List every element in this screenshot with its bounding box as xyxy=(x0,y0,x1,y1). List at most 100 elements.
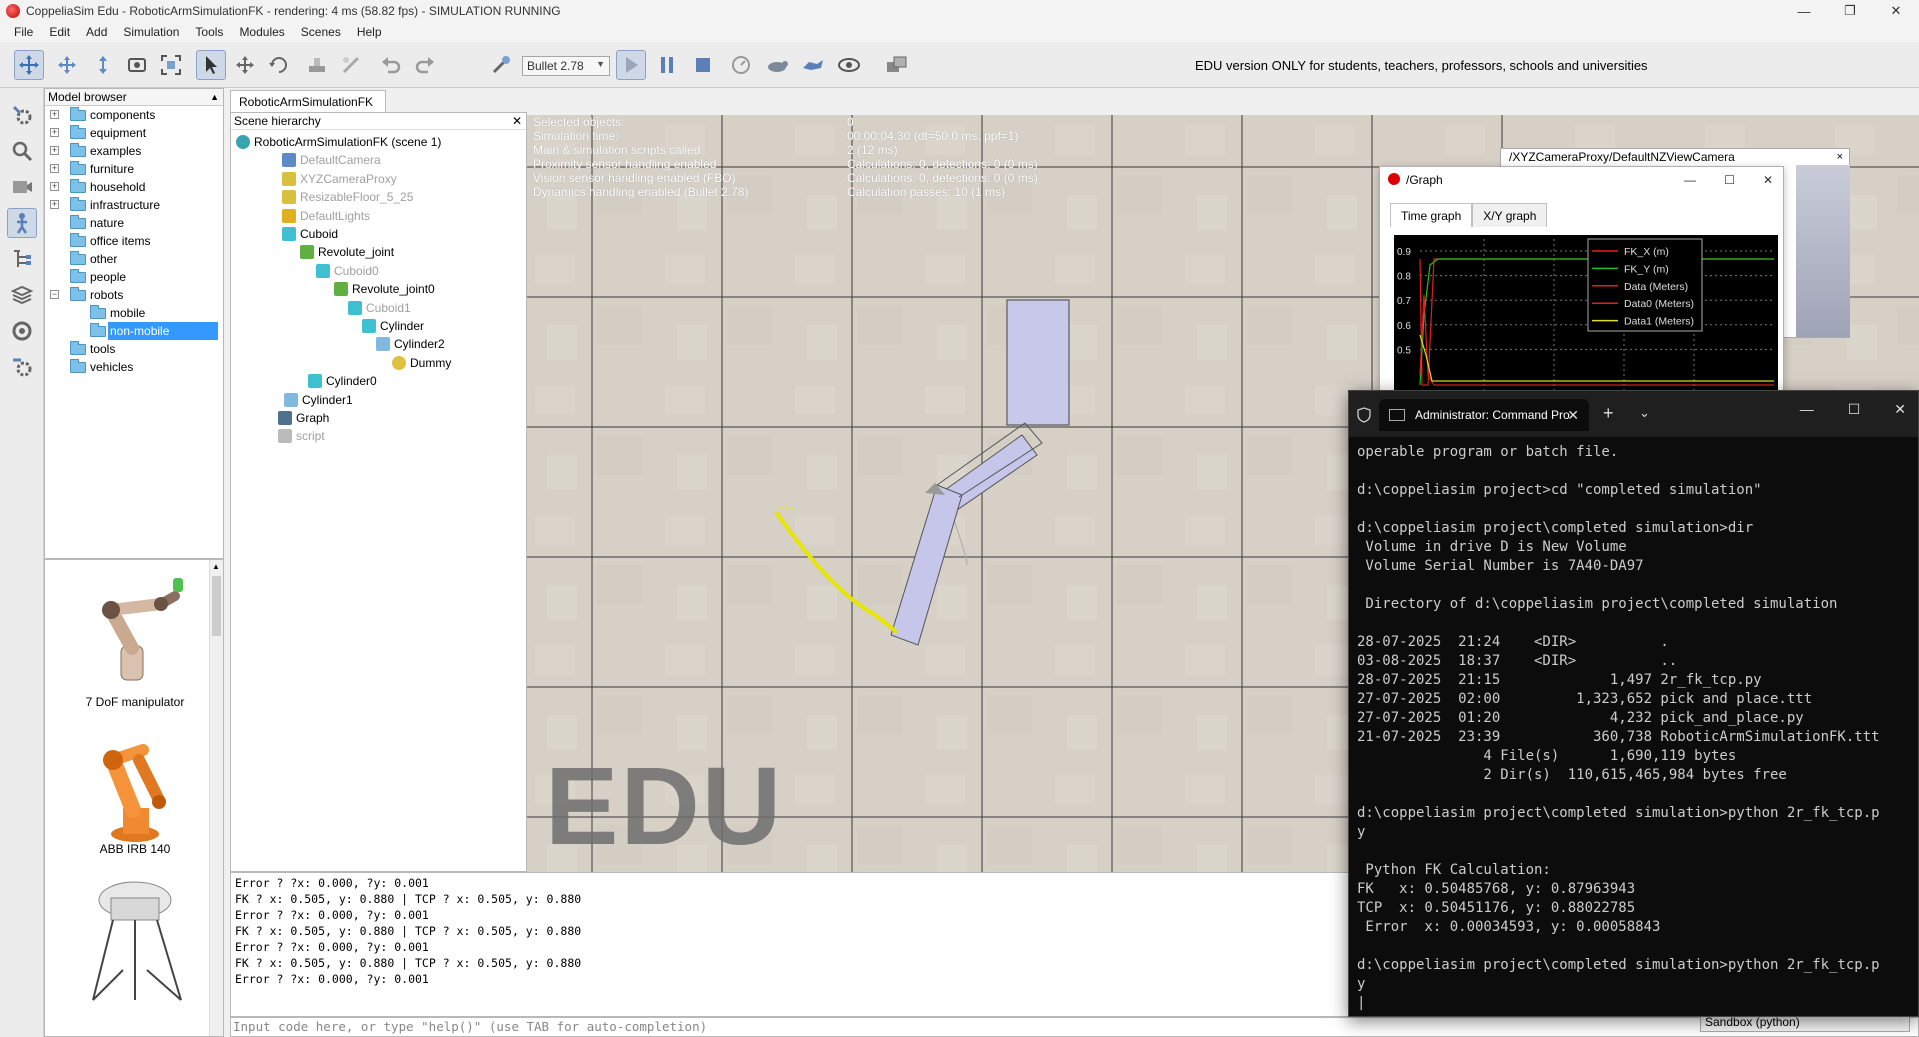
menu-simulation[interactable]: Simulation xyxy=(115,25,187,39)
minimize-button[interactable]: — xyxy=(1781,0,1827,22)
scene-hierarchy-toggle-icon[interactable] xyxy=(7,244,37,274)
transfer-dna-icon[interactable] xyxy=(336,50,366,80)
close-icon[interactable]: ✕ xyxy=(512,113,522,130)
menu-modules[interactable]: Modules xyxy=(231,25,292,39)
assemble-icon[interactable] xyxy=(302,50,332,80)
menu-help[interactable]: Help xyxy=(349,25,390,39)
minimize-icon[interactable]: — xyxy=(1684,167,1696,193)
fit-to-view-icon[interactable] xyxy=(156,50,186,80)
menu-scenes[interactable]: Scenes xyxy=(293,25,349,39)
tab-dropdown-icon[interactable]: ⌄ xyxy=(1639,405,1650,421)
menu-file[interactable]: File xyxy=(6,25,41,39)
hierarchy-item[interactable]: DefaultLights xyxy=(282,207,370,225)
maximize-button[interactable]: ❐ xyxy=(1827,0,1873,22)
hierarchy-item[interactable]: Cylinder2 xyxy=(376,335,445,353)
visualization-toggle-icon[interactable] xyxy=(834,50,864,80)
undo-icon[interactable] xyxy=(376,50,406,80)
expand-icon[interactable]: + xyxy=(50,164,59,173)
tab-xy-graph[interactable]: X/Y graph xyxy=(1472,203,1548,227)
start-simulation-icon[interactable] xyxy=(616,50,646,80)
real-time-icon[interactable] xyxy=(726,50,756,80)
physics-engine-select[interactable]: Bullet 2.78 ▼ xyxy=(522,56,610,76)
hierarchy-item[interactable]: ResizableFloor_5_25 xyxy=(282,188,413,206)
abb-irb-140-thumbnail[interactable] xyxy=(63,730,213,845)
camera-shift-icon[interactable] xyxy=(88,50,118,80)
close-icon[interactable]: × xyxy=(1837,149,1843,165)
hierarchy-item[interactable]: RoboticArmSimulationFK (scene 1) xyxy=(236,133,441,151)
dynamics-engine-icon[interactable] xyxy=(486,50,516,80)
model-folder-examples[interactable]: + examples xyxy=(45,142,223,160)
hierarchy-item[interactable]: Graph xyxy=(278,409,329,427)
scene-search-icon[interactable] xyxy=(7,136,37,166)
calculation-modules-icon[interactable] xyxy=(7,352,37,382)
object-shift-icon[interactable] xyxy=(230,50,260,80)
hierarchy-item[interactable]: Cylinder1 xyxy=(284,391,353,409)
scene-layers-icon[interactable] xyxy=(882,50,912,80)
scene-tab[interactable]: RoboticArmSimulationFK xyxy=(230,90,386,112)
model-folder-office-items[interactable]: office items xyxy=(45,232,223,250)
hierarchy-item[interactable]: Cylinder0 xyxy=(308,372,377,390)
close-icon[interactable]: ✕ xyxy=(1894,401,1906,418)
menu-edit[interactable]: Edit xyxy=(41,25,78,39)
scrollbar-thumb[interactable] xyxy=(212,576,221,636)
hierarchy-item[interactable]: Cuboid0 xyxy=(316,262,379,280)
model-folder-people[interactable]: people xyxy=(45,268,223,286)
expand-icon[interactable]: + xyxy=(50,128,59,137)
model-browser-toggle-icon[interactable] xyxy=(7,208,37,238)
model-folder-infrastructure[interactable]: + infrastructure xyxy=(45,196,223,214)
hierarchy-item[interactable]: DefaultCamera xyxy=(282,151,381,169)
new-tab-button[interactable]: + xyxy=(1603,403,1614,424)
cmd-tab[interactable]: Administrator: Command Pro ✕ xyxy=(1379,399,1589,431)
hierarchy-item[interactable]: Dummy xyxy=(392,354,451,372)
model-folder-furniture[interactable]: + furniture xyxy=(45,160,223,178)
redo-icon[interactable] xyxy=(410,50,440,80)
delta-robot-thumbnail[interactable] xyxy=(63,870,213,1036)
command-prompt-window[interactable]: Administrator: Command Pro ✕ + ⌄ — ☐ ✕ o… xyxy=(1348,390,1919,1017)
object-properties-icon[interactable] xyxy=(7,316,37,346)
slow-down-icon[interactable] xyxy=(762,50,792,80)
hierarchy-item[interactable]: script xyxy=(278,427,325,445)
collapse-arrow-icon[interactable]: ▲ xyxy=(210,89,219,106)
expand-icon[interactable]: + xyxy=(50,182,59,191)
model-folder-non-mobile[interactable]: non-mobile xyxy=(45,322,223,340)
click-select-icon[interactable] xyxy=(196,50,226,80)
speed-up-icon[interactable] xyxy=(798,50,828,80)
maximize-icon[interactable]: ☐ xyxy=(1848,401,1861,418)
layers-icon[interactable] xyxy=(7,280,37,310)
close-button[interactable]: ✕ xyxy=(1873,0,1919,22)
hierarchy-item[interactable]: Cuboid xyxy=(282,225,338,243)
hierarchy-item[interactable]: Revolute_joint0 xyxy=(334,280,435,298)
close-icon[interactable]: ✕ xyxy=(1763,167,1773,193)
model-folder-mobile[interactable]: mobile xyxy=(45,304,223,322)
model-folder-equipment[interactable]: + equipment xyxy=(45,124,223,142)
model-folder-vehicles[interactable]: vehicles xyxy=(45,358,223,376)
expand-icon[interactable]: + xyxy=(50,110,59,119)
stop-simulation-icon[interactable] xyxy=(688,50,718,80)
model-folder-nature[interactable]: nature xyxy=(45,214,223,232)
scroll-up-icon[interactable]: ▲ xyxy=(212,562,220,571)
model-folder-tools[interactable]: tools xyxy=(45,340,223,358)
minimize-icon[interactable]: — xyxy=(1800,401,1814,418)
cmd-output[interactable]: operable program or batch file. d:\coppe… xyxy=(1357,443,1912,1012)
graph-window[interactable]: /Graph — ☐ ✕ Time graph X/Y graph 0.9 0.8… xyxy=(1379,166,1784,393)
hierarchy-item[interactable]: XYZCameraProxy xyxy=(282,170,397,188)
tab-time-graph[interactable]: Time graph xyxy=(1390,203,1473,227)
hierarchy-item[interactable]: Cylinder xyxy=(362,317,424,335)
close-tab-icon[interactable]: ✕ xyxy=(1567,399,1579,431)
7dof-manipulator-thumbnail[interactable] xyxy=(63,568,213,688)
object-rotate-icon[interactable] xyxy=(264,50,294,80)
menu-tools[interactable]: Tools xyxy=(187,25,231,39)
expand-icon[interactable]: + xyxy=(50,146,59,155)
thumbnails-scrollbar[interactable]: ▲ xyxy=(209,560,223,1036)
pause-simulation-icon[interactable] xyxy=(652,50,682,80)
simulation-settings-icon[interactable] xyxy=(7,100,37,130)
camera-rotate-icon[interactable] xyxy=(52,50,82,80)
model-folder-components[interactable]: + components xyxy=(45,106,223,124)
maximize-icon[interactable]: ☐ xyxy=(1724,167,1735,193)
camera-angle-icon[interactable] xyxy=(122,50,152,80)
model-folder-robots[interactable]: − robots xyxy=(45,286,223,304)
hierarchy-item[interactable]: Revolute_joint xyxy=(300,243,394,261)
expand-icon[interactable]: + xyxy=(50,200,59,209)
camera-pan-icon[interactable] xyxy=(14,50,44,80)
camera-view-icon[interactable] xyxy=(7,172,37,202)
